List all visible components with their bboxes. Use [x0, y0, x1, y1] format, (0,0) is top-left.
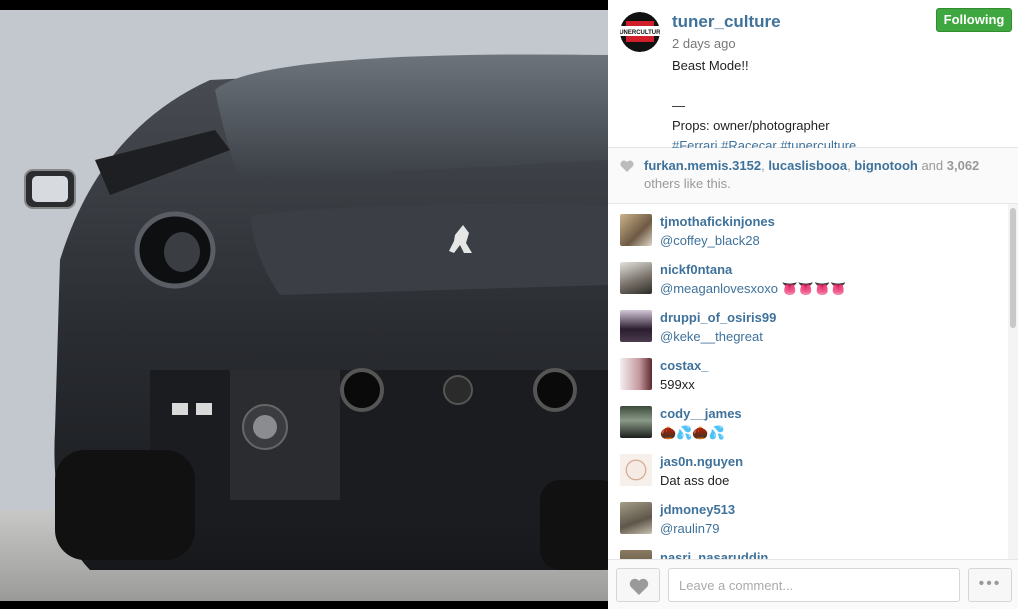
likes-and: and	[917, 158, 947, 173]
comment-text: @meaganlovesxoxo 👅👅👅👅	[660, 281, 847, 296]
comment-item: cody__james 🌰💦🌰💦	[608, 396, 1008, 444]
heart-icon	[629, 578, 649, 595]
commenter-avatar[interactable]	[620, 358, 652, 390]
comment-item: druppi_of_osiris99 @keke__thegreat	[608, 300, 1008, 348]
comment-item: nasri_nasaruddin	[608, 540, 1008, 559]
tuner-culture-logo-icon: TUNERCULTURE	[620, 12, 660, 52]
comment-item: tjmothafickinjones @coffey_black28	[608, 204, 1008, 252]
liker-username[interactable]: bignotooh	[854, 158, 918, 173]
commenter-avatar[interactable]	[620, 310, 652, 342]
comment-input[interactable]	[668, 568, 960, 602]
post-header: TUNERCULTURE tuner_culture Following 2 d…	[608, 0, 1018, 153]
post-photo[interactable]	[0, 10, 608, 601]
comment-author[interactable]: jas0n.nguyen	[660, 454, 743, 469]
likes-suffix: others like this.	[644, 176, 731, 191]
commenter-avatar[interactable]	[620, 550, 652, 559]
comment-footer: •••	[608, 559, 1018, 609]
comment-author[interactable]: jdmoney513	[660, 502, 735, 517]
commenter-avatar[interactable]	[620, 262, 652, 294]
author-avatar[interactable]: TUNERCULTURE	[620, 12, 660, 52]
comment-text: @coffey_black28	[660, 233, 760, 248]
comment-text: Dat ass doe	[660, 473, 730, 488]
comment-item: jas0n.nguyen Dat ass doe	[608, 444, 1008, 492]
comment-author[interactable]: tjmothafickinjones	[660, 214, 775, 229]
comment-text: @keke__thegreat	[660, 329, 763, 344]
comment-item: costax_ 599xx	[608, 348, 1008, 396]
following-button[interactable]: Following	[936, 8, 1012, 32]
likes-text: furkan.memis.3152, lucaslisbooa, bignoto…	[644, 157, 1004, 193]
caption-line: Beast Mode!!	[672, 58, 749, 73]
likes-count[interactable]: 3,062	[947, 158, 980, 173]
comment-text: 🌰💦🌰💦	[660, 425, 725, 440]
comment-author[interactable]: nasri_nasaruddin	[660, 550, 768, 559]
commenter-avatar[interactable]	[620, 214, 652, 246]
scrollbar-thumb[interactable]	[1010, 208, 1016, 328]
comment-author[interactable]: cody__james	[660, 406, 742, 421]
comment-author[interactable]: nickf0ntana	[660, 262, 732, 277]
like-button[interactable]	[616, 568, 660, 602]
commenter-avatar[interactable]	[620, 502, 652, 534]
author-username[interactable]: tuner_culture	[672, 12, 781, 32]
liker-username[interactable]: furkan.memis.3152	[644, 158, 761, 173]
comments-scrollbar[interactable]	[1008, 204, 1018, 559]
comment-text: 599xx	[660, 377, 695, 392]
liker-username[interactable]: lucaslisbooa	[768, 158, 847, 173]
comments-list[interactable]: tjmothafickinjones @coffey_black28 nickf…	[608, 204, 1008, 559]
comment-text: @raulin79	[660, 521, 720, 536]
post-caption: Beast Mode!! — Props: owner/photographer…	[672, 56, 1002, 156]
more-options-button[interactable]: •••	[968, 568, 1012, 602]
car-photo-illustration	[0, 10, 608, 601]
caption-dash: —	[672, 98, 685, 113]
heart-icon	[620, 160, 634, 172]
comment-author[interactable]: druppi_of_osiris99	[660, 310, 776, 325]
commenter-avatar[interactable]	[620, 454, 652, 486]
svg-text:TUNERCULTURE: TUNERCULTURE	[620, 30, 660, 36]
comment-item: jdmoney513 @raulin79	[608, 492, 1008, 540]
commenter-avatar[interactable]	[620, 406, 652, 438]
post-side-panel: TUNERCULTURE tuner_culture Following 2 d…	[608, 0, 1018, 609]
likes-summary: furkan.memis.3152, lucaslisbooa, bignoto…	[608, 148, 1018, 204]
post-timestamp[interactable]: 2 days ago	[672, 36, 736, 51]
comment-item: nickf0ntana @meaganlovesxoxo 👅👅👅👅	[608, 252, 1008, 300]
caption-line: Props: owner/photographer	[672, 118, 830, 133]
comment-author[interactable]: costax_	[660, 358, 708, 373]
